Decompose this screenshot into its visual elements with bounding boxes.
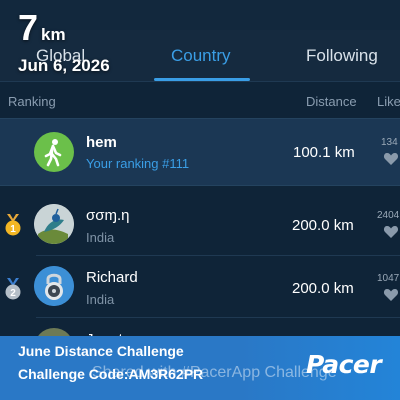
my-like-count: 134 — [381, 137, 398, 148]
distance-value: 7 — [18, 7, 39, 48]
walking-person-icon — [34, 132, 74, 172]
distance-overlay: 7 km — [18, 8, 66, 48]
column-distance: Distance — [306, 94, 357, 109]
like-count: 2404 — [377, 210, 400, 221]
challenge-code: Challenge Code:AM3R62PR — [18, 366, 204, 382]
challenge-title: June Distance Challenge — [18, 343, 184, 359]
runner-country: India — [86, 292, 115, 307]
challenge-banner: June Distance Challenge Shared with #Pac… — [0, 336, 400, 400]
rank-number: 1 — [10, 224, 16, 235]
runner-name: Richard — [86, 269, 138, 286]
gold-medal-icon: 1 — [5, 214, 21, 236]
my-name: hem — [86, 134, 117, 151]
heart-icon[interactable] — [383, 225, 399, 239]
distance-unit: km — [41, 25, 66, 44]
column-ranking: Ranking — [8, 94, 56, 109]
heart-icon[interactable] — [383, 288, 399, 302]
column-headers: Ranking Distance Like — [0, 82, 400, 118]
padlock-icon — [34, 266, 74, 306]
pacer-logo: Pacer — [306, 350, 382, 379]
my-ranking: Your ranking #111 — [86, 156, 190, 171]
my-ranking-row[interactable]: hem Your ranking #111 100.1 km 134 — [0, 118, 400, 186]
peacock-avatar-icon — [34, 204, 74, 244]
heart-icon[interactable] — [383, 152, 399, 166]
like-count: 1047 — [377, 273, 400, 284]
active-tab-indicator — [154, 78, 250, 81]
tab-country[interactable]: Country — [171, 46, 231, 66]
overlay-date: Jun 6, 2026 — [18, 56, 110, 75]
tab-following[interactable]: Following — [306, 46, 378, 66]
runner-name: σσɱ.η — [86, 207, 130, 224]
runner-distance: 200.0 km — [292, 217, 354, 234]
ranking-row[interactable]: 1 σσɱ.η India 200.0 km 2404 — [0, 194, 400, 256]
my-distance: 100.1 km — [293, 144, 355, 161]
rank-number: 2 — [10, 288, 16, 299]
column-like: Like — [377, 94, 400, 109]
runner-country: India — [86, 230, 115, 245]
ranking-row[interactable]: 2 Richard India 200.0 km 1047 — [0, 256, 400, 318]
runner-distance: 200.0 km — [292, 280, 354, 297]
silver-medal-icon: 2 — [5, 278, 21, 300]
